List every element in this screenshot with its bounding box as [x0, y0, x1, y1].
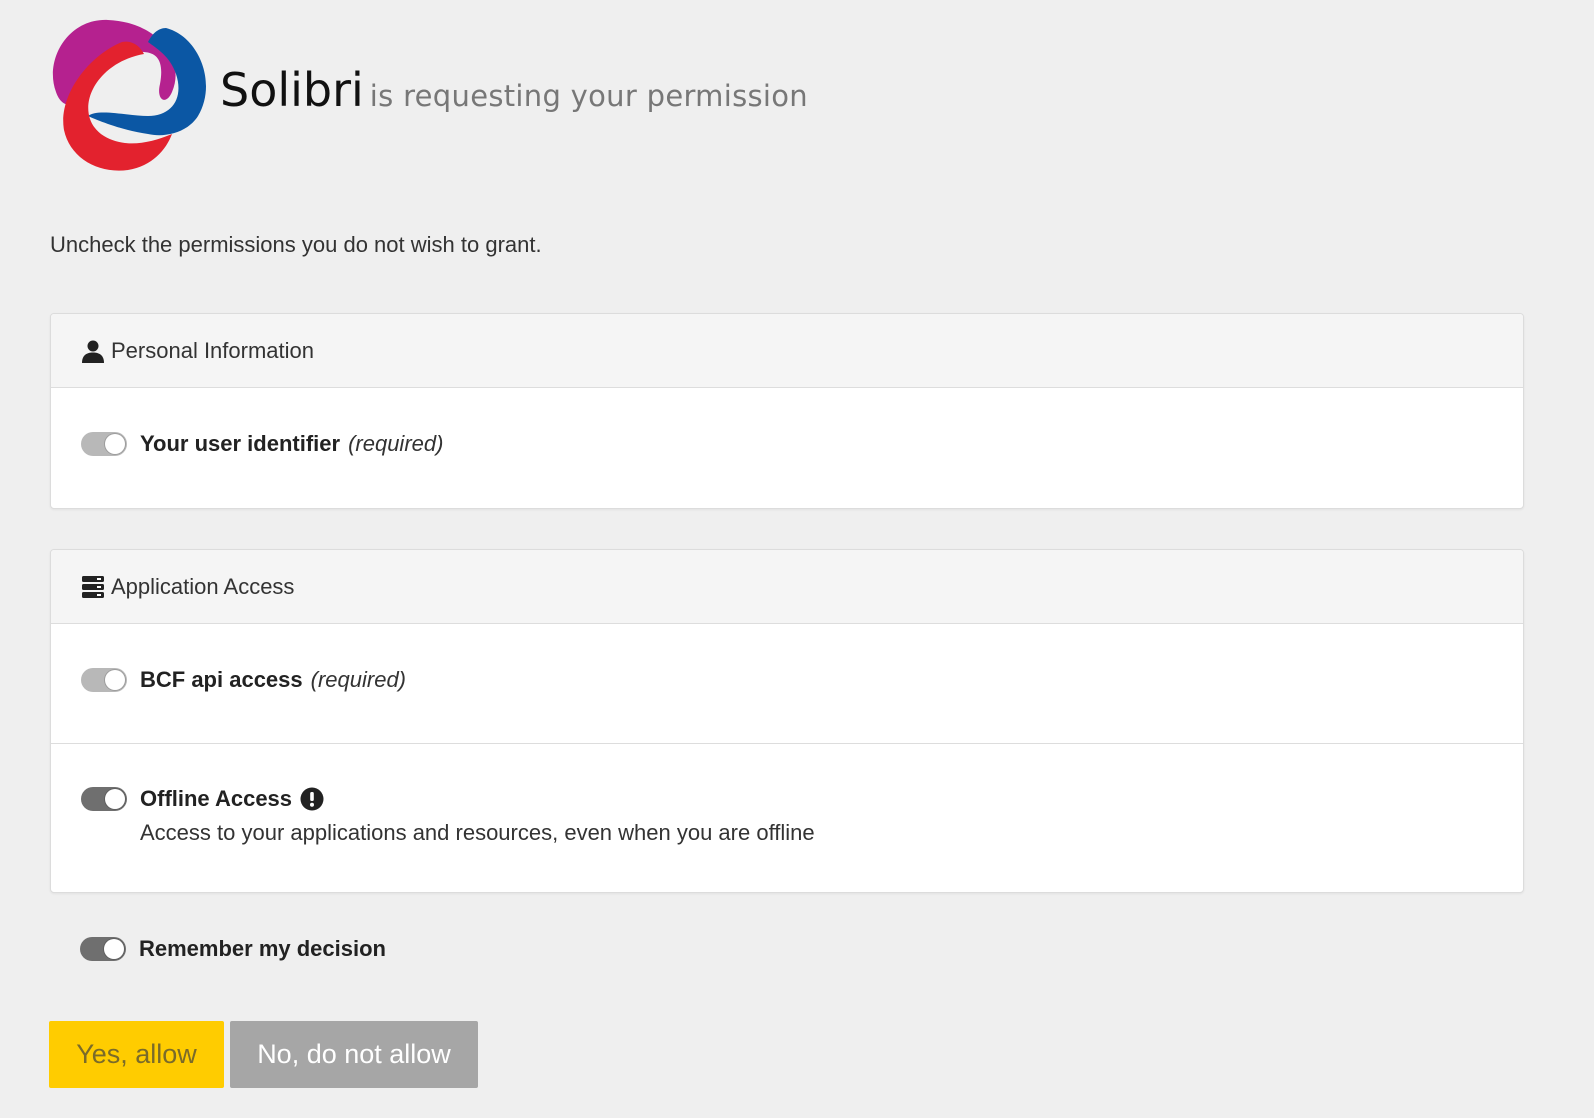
required-note: (required) — [348, 431, 444, 456]
permission-label: Your user identifier — [140, 431, 341, 456]
page-subtitle: is requesting your permission — [369, 79, 808, 113]
user-identifier-toggle[interactable] — [81, 432, 127, 456]
server-icon — [81, 575, 105, 599]
remember-decision-toggle[interactable] — [80, 937, 126, 961]
user-icon — [81, 339, 105, 363]
permission-label: Offline Access — [140, 786, 293, 811]
personal-information-panel: Personal Information Your user identifie… — [50, 313, 1524, 509]
permission-row-bcf-api: BCF api access (required) — [51, 624, 1523, 743]
allow-button[interactable]: Yes, allow — [49, 1021, 224, 1088]
bcf-api-toggle[interactable] — [81, 668, 127, 692]
page-title: Solibri is requesting your permission — [220, 60, 808, 126]
permission-row-user-identifier: Your user identifier (required) — [51, 388, 1523, 507]
panel-title: Personal Information — [111, 337, 314, 363]
required-note: (required) — [310, 667, 407, 692]
remember-decision-row: Remember my decision — [80, 936, 386, 962]
panel-header-personal: Personal Information — [51, 314, 1523, 388]
exclamation-icon[interactable] — [300, 787, 324, 811]
remember-decision-label: Remember my decision — [139, 936, 386, 961]
application-access-panel: Application Access BCF api access (requi… — [50, 549, 1524, 893]
instructions-text: Uncheck the permissions you do not wish … — [50, 232, 542, 257]
permission-description: Access to your applications and resource… — [140, 820, 815, 845]
solibri-logo — [48, 12, 208, 172]
permission-label: BCF api access — [140, 667, 303, 692]
offline-access-toggle[interactable] — [81, 787, 127, 811]
panel-header-application: Application Access — [51, 550, 1523, 624]
app-name: Solibri — [220, 63, 364, 117]
permission-row-offline-access: Offline Access Access to your applicatio… — [51, 743, 1523, 890]
deny-button[interactable]: No, do not allow — [230, 1021, 478, 1088]
panel-title: Application Access — [111, 573, 295, 599]
